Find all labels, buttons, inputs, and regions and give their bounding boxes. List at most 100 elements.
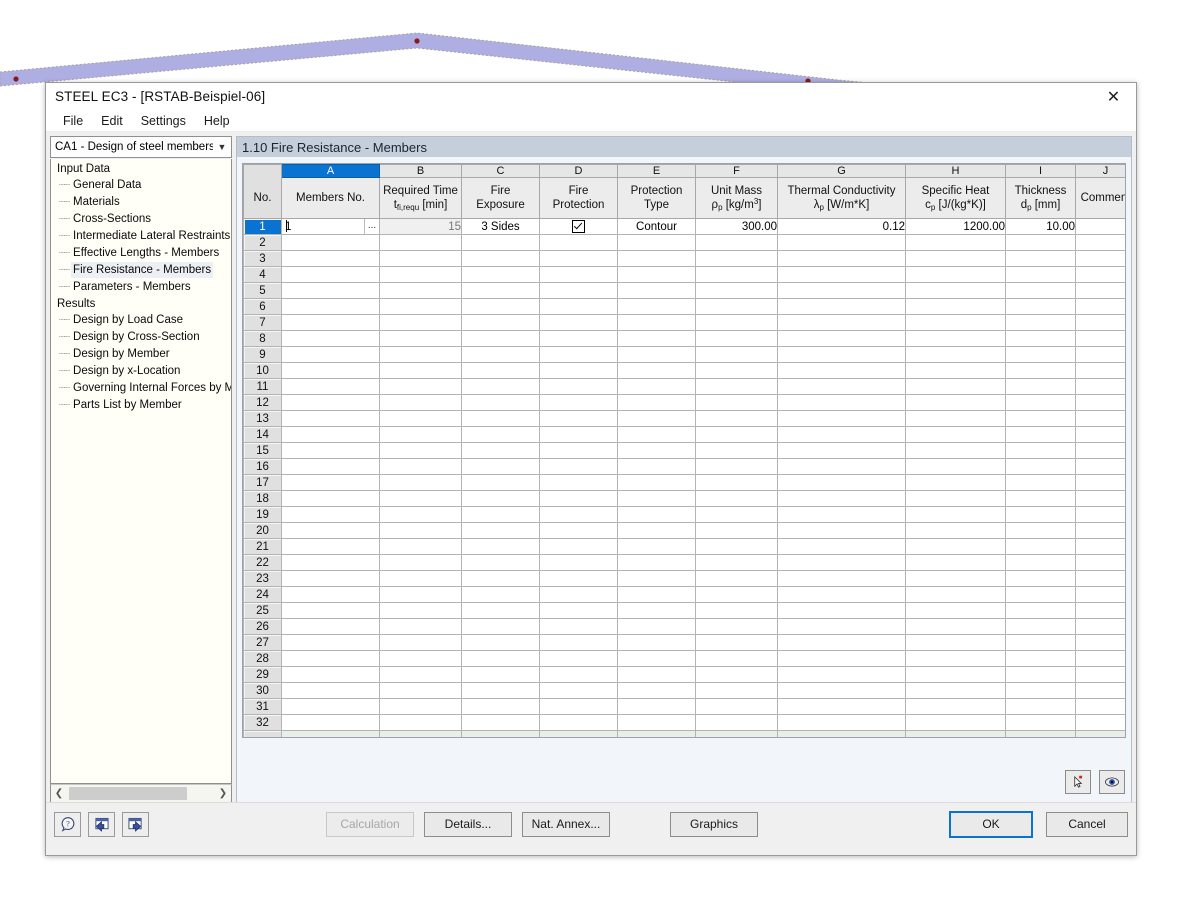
row-number[interactable]: 11 <box>243 378 282 395</box>
cell-empty[interactable] <box>461 394 540 411</box>
cell-empty[interactable] <box>695 490 778 507</box>
cell-empty[interactable] <box>617 682 696 699</box>
cell-empty[interactable] <box>281 410 380 427</box>
cell-empty[interactable] <box>617 234 696 251</box>
table-row[interactable]: 22 <box>243 554 1125 571</box>
cell-empty[interactable] <box>461 506 540 523</box>
cell-empty[interactable] <box>617 538 696 555</box>
cell-empty[interactable] <box>1005 522 1076 539</box>
cell-empty[interactable] <box>905 522 1006 539</box>
cell-empty[interactable] <box>379 330 462 347</box>
cell-empty[interactable] <box>461 250 540 267</box>
cell-empty[interactable] <box>695 362 778 379</box>
cell-empty[interactable] <box>539 282 618 299</box>
cell-empty[interactable] <box>1005 426 1076 443</box>
cell-empty[interactable] <box>905 298 1006 315</box>
table-row[interactable]: 32 <box>243 714 1125 731</box>
table-row[interactable]: 15 <box>243 442 1125 459</box>
cell-empty[interactable] <box>379 522 462 539</box>
cell-empty[interactable] <box>1075 506 1125 523</box>
cell-empty[interactable] <box>905 538 1006 555</box>
cell-empty[interactable] <box>777 458 906 475</box>
table-row[interactable]: 16 <box>243 458 1125 475</box>
cell-empty[interactable] <box>379 698 462 715</box>
cell-empty[interactable] <box>539 538 618 555</box>
navigator-tree[interactable]: Input Data ┈┈ General Data ┈┈ Materials ┈┈ Cro… <box>50 159 232 784</box>
row-number[interactable]: 16 <box>243 458 282 475</box>
cell-empty[interactable] <box>905 250 1006 267</box>
cell-empty[interactable] <box>461 458 540 475</box>
cell-empty[interactable] <box>1005 346 1076 363</box>
cell-empty[interactable] <box>777 522 906 539</box>
cell-empty[interactable] <box>281 378 380 395</box>
cell-empty[interactable] <box>695 602 778 619</box>
table-row[interactable]: 30 <box>243 682 1125 699</box>
cell-empty[interactable] <box>1005 666 1076 683</box>
cell-empty[interactable] <box>617 666 696 683</box>
table-row[interactable]: 7 <box>243 314 1125 331</box>
cell-empty[interactable] <box>1075 362 1125 379</box>
cell-empty[interactable] <box>1075 394 1125 411</box>
cell-empty[interactable] <box>1005 714 1076 731</box>
menu-item-settings[interactable]: Settings <box>132 112 195 130</box>
cell-empty[interactable] <box>461 234 540 251</box>
cell-empty[interactable] <box>1075 698 1125 715</box>
table-row[interactable]: 19 <box>243 506 1125 523</box>
cell-specific-heat[interactable]: 1200.00 <box>905 218 1006 235</box>
cell-empty[interactable] <box>461 666 540 683</box>
cell-empty[interactable] <box>695 346 778 363</box>
fire-protection-checkbox[interactable] <box>572 220 585 233</box>
cell-empty[interactable] <box>695 698 778 715</box>
cell-empty[interactable] <box>777 586 906 603</box>
cell-empty[interactable] <box>695 458 778 475</box>
cell-empty[interactable] <box>617 506 696 523</box>
column-letter-F[interactable]: F <box>695 164 778 178</box>
row-number[interactable]: 17 <box>243 474 282 491</box>
table-row[interactable]: 25 <box>243 602 1125 619</box>
row-number[interactable]: 5 <box>243 282 282 299</box>
chevron-right-icon[interactable]: ❯ <box>215 788 231 799</box>
cell-empty[interactable] <box>1075 234 1125 251</box>
cell-empty[interactable] <box>905 586 1006 603</box>
cell-empty[interactable] <box>379 410 462 427</box>
cell-empty[interactable] <box>905 426 1006 443</box>
cell-empty[interactable] <box>379 506 462 523</box>
cell-empty[interactable] <box>617 458 696 475</box>
cell-empty[interactable] <box>777 298 906 315</box>
cell-empty[interactable] <box>695 714 778 731</box>
cell-empty[interactable] <box>695 682 778 699</box>
table-row[interactable]: 28 <box>243 650 1125 667</box>
cell-empty[interactable] <box>281 266 380 283</box>
cell-empty[interactable] <box>539 602 618 619</box>
cell-empty[interactable] <box>905 362 1006 379</box>
cell-empty[interactable] <box>379 282 462 299</box>
nat-annex-button[interactable]: Nat. Annex... <box>522 811 610 837</box>
cell-empty[interactable] <box>461 266 540 283</box>
cell-empty[interactable] <box>695 506 778 523</box>
row-number[interactable]: 26 <box>243 618 282 635</box>
cell-empty[interactable] <box>905 442 1006 459</box>
cell-empty[interactable] <box>617 714 696 731</box>
cell-empty[interactable] <box>695 410 778 427</box>
sidebar-item-design-by-load-case[interactable]: ┈┈ Design by Load Case <box>51 312 231 329</box>
table-row[interactable]: 17 <box>243 474 1125 491</box>
cell-empty[interactable] <box>905 666 1006 683</box>
menu-item-help[interactable]: Help <box>195 112 239 130</box>
cell-empty[interactable] <box>379 458 462 475</box>
cell-empty[interactable] <box>379 602 462 619</box>
close-icon[interactable]: ✕ <box>1091 83 1136 110</box>
cell-empty[interactable] <box>1075 618 1125 635</box>
cell-empty[interactable] <box>461 490 540 507</box>
cell-empty[interactable] <box>281 650 380 667</box>
help-icon[interactable]: ? <box>54 811 81 837</box>
cell-empty[interactable] <box>617 490 696 507</box>
cell-empty[interactable] <box>539 490 618 507</box>
cell-empty[interactable] <box>617 602 696 619</box>
cell-empty[interactable] <box>1075 602 1125 619</box>
cell-empty[interactable] <box>617 442 696 459</box>
cell-empty[interactable] <box>281 570 380 587</box>
cell-empty[interactable] <box>539 554 618 571</box>
cell-empty[interactable] <box>461 378 540 395</box>
sidebar-item-governing-internal-forces-by-m[interactable]: ┈┈ Governing Internal Forces by M <box>51 380 231 397</box>
sidebar-item-parameters-members[interactable]: ┈┈ Parameters - Members <box>51 279 231 296</box>
